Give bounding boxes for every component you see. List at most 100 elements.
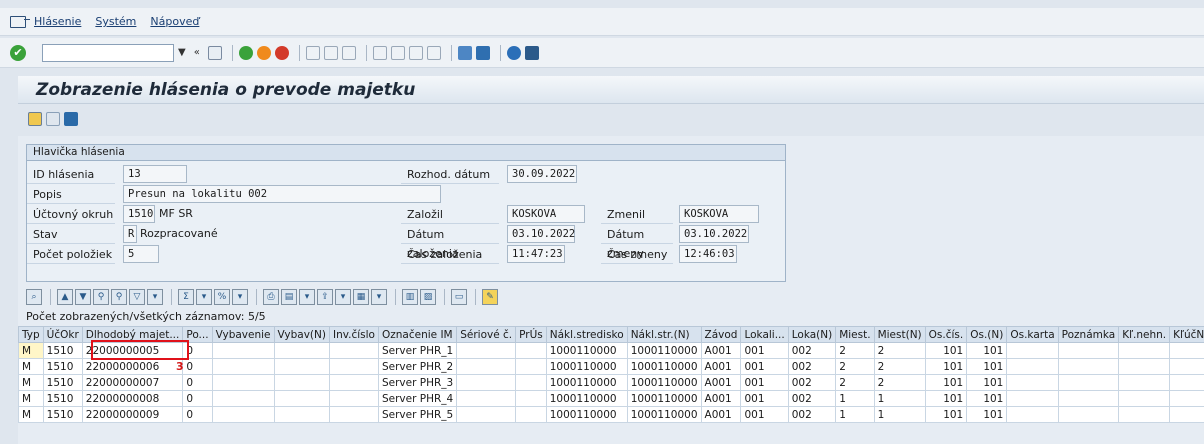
table-cell[interactable] <box>456 406 517 423</box>
table-cell[interactable] <box>328 406 379 423</box>
find-icon[interactable]: ⚲ <box>93 289 109 305</box>
zalozil-field[interactable]: KOSKOVA <box>507 205 585 223</box>
table-cell[interactable] <box>273 342 330 359</box>
table-cell[interactable]: 101 <box>924 406 968 423</box>
table-cell[interactable]: 1510 <box>42 342 83 359</box>
table-cell[interactable] <box>515 358 547 375</box>
table-cell[interactable]: 0 <box>182 390 213 407</box>
table-cell[interactable]: 1000110000 <box>545 374 628 391</box>
table-row[interactable]: M 1510 22000000006 0 Server PHR_2 1000110000 1… <box>18 358 1204 375</box>
column-header[interactable]: Označenie IM <box>377 326 458 343</box>
table-cell[interactable] <box>1169 406 1204 423</box>
column-header[interactable]: Os.(N) <box>966 326 1008 343</box>
table-cell[interactable] <box>211 358 275 375</box>
column-header[interactable]: Kľ.nehn. <box>1118 326 1171 343</box>
table-cell[interactable] <box>211 374 275 391</box>
table-cell[interactable] <box>1118 374 1171 391</box>
column-header[interactable]: Os.čís. <box>924 326 968 343</box>
okruh-field[interactable]: 1510 <box>123 205 155 223</box>
table-row[interactable]: M 1510 22000000007 0 Server PHR_3 1000110000 1… <box>18 374 1204 391</box>
display-change-icon[interactable] <box>28 112 42 126</box>
table-cell[interactable]: Server PHR_3 <box>377 374 458 391</box>
table-cell[interactable]: M <box>18 374 44 391</box>
table-row[interactable]: M 1510 22000000008 0 Server PHR_4 1000110000 1… <box>18 390 1204 407</box>
table-cell[interactable]: 22000000007 <box>81 374 184 391</box>
command-field[interactable] <box>42 43 174 62</box>
table-cell[interactable] <box>1057 374 1120 391</box>
table-cell[interactable]: 2 <box>873 342 926 359</box>
table-cell[interactable]: 1510 <box>42 374 83 391</box>
table-cell[interactable]: 0 <box>182 358 213 375</box>
detail-display-icon[interactable]: ✎ <box>482 289 498 305</box>
table-cell[interactable]: 1000110000 <box>626 342 702 359</box>
table-cell[interactable] <box>1006 390 1059 407</box>
graphic-icon[interactable]: ▥ <box>402 289 418 305</box>
table-cell[interactable]: A001 <box>700 390 742 407</box>
table-cell[interactable]: M <box>18 342 44 359</box>
column-header[interactable]: PrÚs <box>515 326 547 343</box>
help-icon[interactable] <box>506 45 521 60</box>
table-cell[interactable] <box>328 342 379 359</box>
table-cell[interactable] <box>1118 342 1171 359</box>
exit-icon[interactable] <box>256 45 271 60</box>
table-cell[interactable]: M <box>18 390 44 407</box>
views-dropdown-icon[interactable]: ▾ <box>299 289 315 305</box>
enter-check-icon[interactable]: ✔ <box>10 44 26 61</box>
menu-exit-icon[interactable] <box>10 15 30 28</box>
table-cell[interactable] <box>1169 358 1204 375</box>
column-header[interactable]: Os.karta <box>1006 326 1059 343</box>
table-row[interactable]: M 1510 22000000005 0 Server PHR_1 1000110000 1… <box>18 342 1204 359</box>
table-cell[interactable] <box>456 390 517 407</box>
table-cell[interactable]: 1000110000 <box>626 406 702 423</box>
cas-zal-field[interactable]: 11:47:23 <box>507 245 565 263</box>
prev-page-icon[interactable] <box>390 45 405 60</box>
sort-desc-icon[interactable]: ▼ <box>75 289 91 305</box>
sort-asc-icon[interactable]: ▲ <box>57 289 73 305</box>
table-cell[interactable]: 22000000008 <box>81 390 184 407</box>
table-cell[interactable]: 002 <box>787 390 837 407</box>
cas-zm-field[interactable]: 12:46:03 <box>679 245 737 263</box>
table-cell[interactable]: Server PHR_1 <box>377 342 458 359</box>
command-dropdown-icon[interactable]: ▼ <box>178 47 186 58</box>
column-header[interactable]: Poznámka <box>1057 326 1120 343</box>
details-icon[interactable]: ⌕ <box>26 289 42 305</box>
column-header[interactable]: Inv.číslo <box>328 326 379 343</box>
table-cell[interactable]: A001 <box>700 342 742 359</box>
subtotal-dropdown-icon[interactable]: ▾ <box>232 289 248 305</box>
table-cell[interactable] <box>1057 406 1120 423</box>
table-cell[interactable] <box>515 390 547 407</box>
table-cell[interactable]: 1510 <box>42 390 83 407</box>
table-cell[interactable]: 101 <box>924 342 968 359</box>
id-field[interactable]: 13 <box>123 165 187 183</box>
abc-analysis-icon[interactable]: ▨ <box>420 289 436 305</box>
exit-app-icon[interactable] <box>64 112 78 126</box>
table-cell[interactable] <box>273 374 330 391</box>
column-header[interactable]: Vybav(N) <box>273 326 330 343</box>
table-cell[interactable]: Server PHR_5 <box>377 406 458 423</box>
pocet-field[interactable]: 5 <box>123 245 159 263</box>
datum-zal-field[interactable]: 03.10.2022 <box>507 225 575 243</box>
table-cell[interactable] <box>211 390 275 407</box>
table-cell[interactable] <box>1118 390 1171 407</box>
table-cell[interactable] <box>273 358 330 375</box>
print-icon[interactable]: ⎙ <box>263 289 279 305</box>
table-cell[interactable] <box>1057 342 1120 359</box>
column-header[interactable]: Sériové č. <box>456 326 517 343</box>
table-cell[interactable]: 22000000009 <box>81 406 184 423</box>
table-cell[interactable]: 22000000006 <box>81 358 184 375</box>
table-cell[interactable]: 1 <box>873 406 926 423</box>
table-cell[interactable]: 1000110000 <box>545 358 628 375</box>
cancel-icon[interactable] <box>274 45 289 60</box>
table-cell[interactable]: 0 <box>182 406 213 423</box>
column-header[interactable]: KľúčNe(N) <box>1169 326 1204 343</box>
next-page-icon[interactable] <box>408 45 423 60</box>
table-cell[interactable] <box>211 342 275 359</box>
column-header[interactable]: Vybavenie <box>211 326 275 343</box>
table-cell[interactable]: 2 <box>835 342 875 359</box>
table-cell[interactable]: 2 <box>873 374 926 391</box>
table-cell[interactable]: 101 <box>966 358 1008 375</box>
subtotal-icon[interactable]: % <box>214 289 230 305</box>
table-cell[interactable] <box>1006 358 1059 375</box>
shortcut-icon[interactable] <box>475 45 490 60</box>
back-icon[interactable] <box>238 45 253 60</box>
